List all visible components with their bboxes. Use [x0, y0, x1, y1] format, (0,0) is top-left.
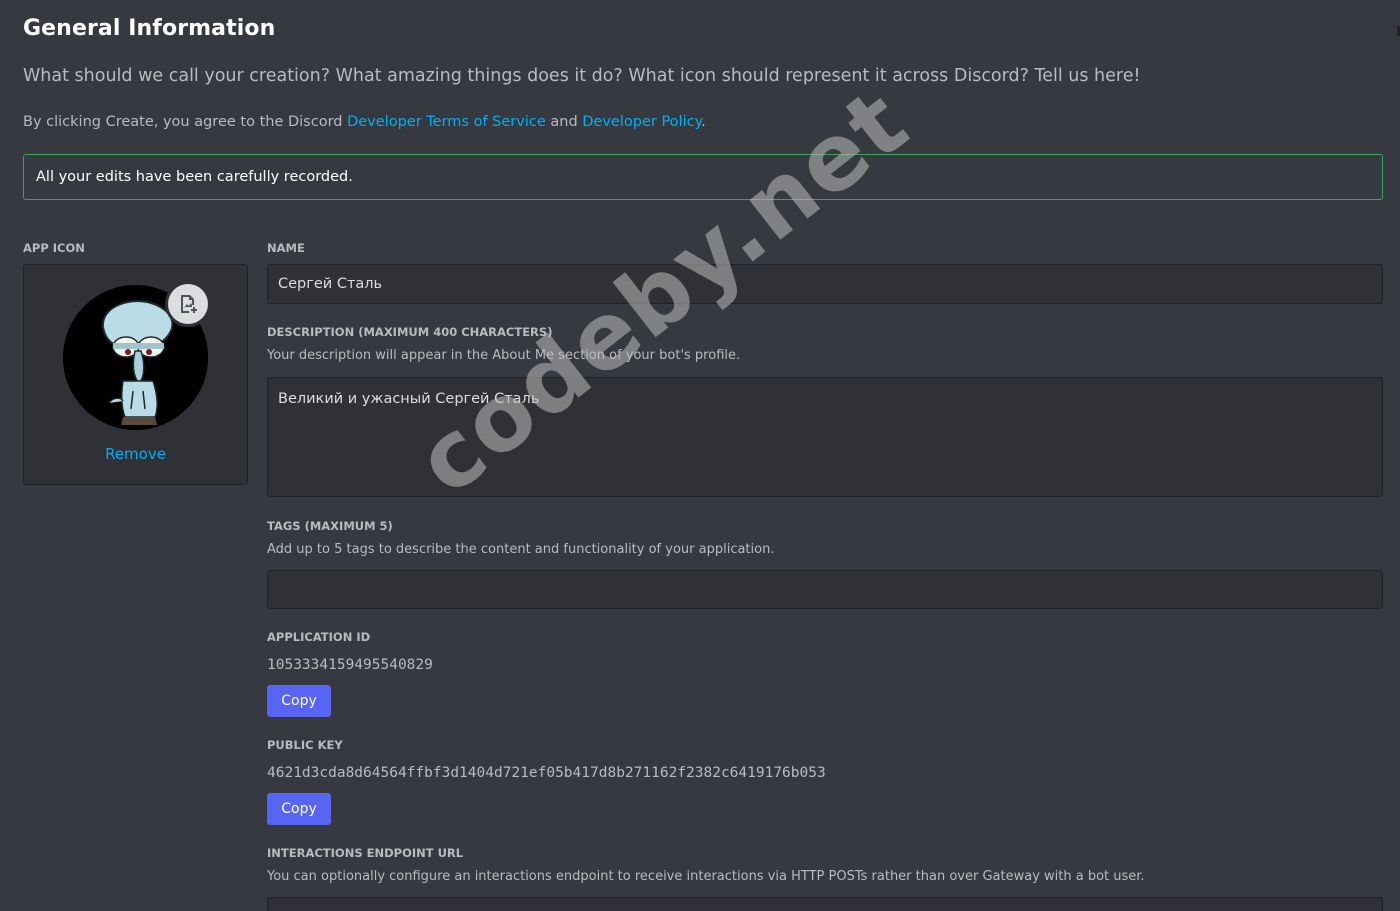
- terms-suffix: .: [701, 114, 706, 130]
- tags-helper: Add up to 5 tags to describe the content…: [267, 542, 775, 557]
- copy-application-id-button[interactable]: Copy: [267, 685, 331, 717]
- description-label: DESCRIPTION (MAXIMUM 400 CHARACTERS): [267, 325, 553, 339]
- name-label: NAME: [267, 241, 305, 255]
- upload-icon-button[interactable]: [168, 284, 208, 324]
- application-id-label: APPLICATION ID: [267, 630, 371, 644]
- saved-notice: All your edits have been carefully recor…: [23, 154, 1383, 200]
- developer-policy-link[interactable]: Developer Policy: [582, 114, 701, 130]
- page-subtitle: What should we call your creation? What …: [23, 66, 1141, 86]
- remove-icon-link[interactable]: Remove: [24, 445, 247, 463]
- name-input[interactable]: [267, 264, 1383, 304]
- app-icon-box: Remove: [23, 264, 248, 485]
- terms-text: By clicking Create, you agree to the Dis…: [23, 114, 706, 130]
- interactions-endpoint-helper: You can optionally configure an interact…: [267, 869, 1145, 884]
- page-title: General Information: [23, 16, 276, 41]
- description-textarea[interactable]: Великий и ужасный Сергей Сталь: [267, 377, 1383, 497]
- description-helper: Your description will appear in the Abou…: [267, 348, 741, 363]
- tags-label: TAGS (MAXIMUM 5): [267, 519, 393, 533]
- image-add-icon: [181, 295, 197, 313]
- interactions-endpoint-label: INTERACTIONS ENDPOINT URL: [267, 846, 464, 860]
- copy-public-key-button[interactable]: Copy: [267, 793, 331, 825]
- developer-terms-link[interactable]: Developer Terms of Service: [347, 114, 546, 130]
- public-key-label: PUBLIC KEY: [267, 738, 343, 752]
- public-key-value: 4621d3cda8d64564ffbf3d1404d721ef05b417d8…: [267, 765, 826, 781]
- tags-input[interactable]: [267, 570, 1383, 609]
- terms-and: and: [545, 114, 583, 130]
- application-id-value: 1053334159495540829: [267, 657, 433, 673]
- terms-prefix: By clicking Create, you agree to the Dis…: [23, 114, 348, 130]
- interactions-endpoint-input[interactable]: [267, 897, 1383, 911]
- saved-notice-text: All your edits have been carefully recor…: [36, 169, 353, 185]
- app-icon-label: APP ICON: [23, 241, 85, 255]
